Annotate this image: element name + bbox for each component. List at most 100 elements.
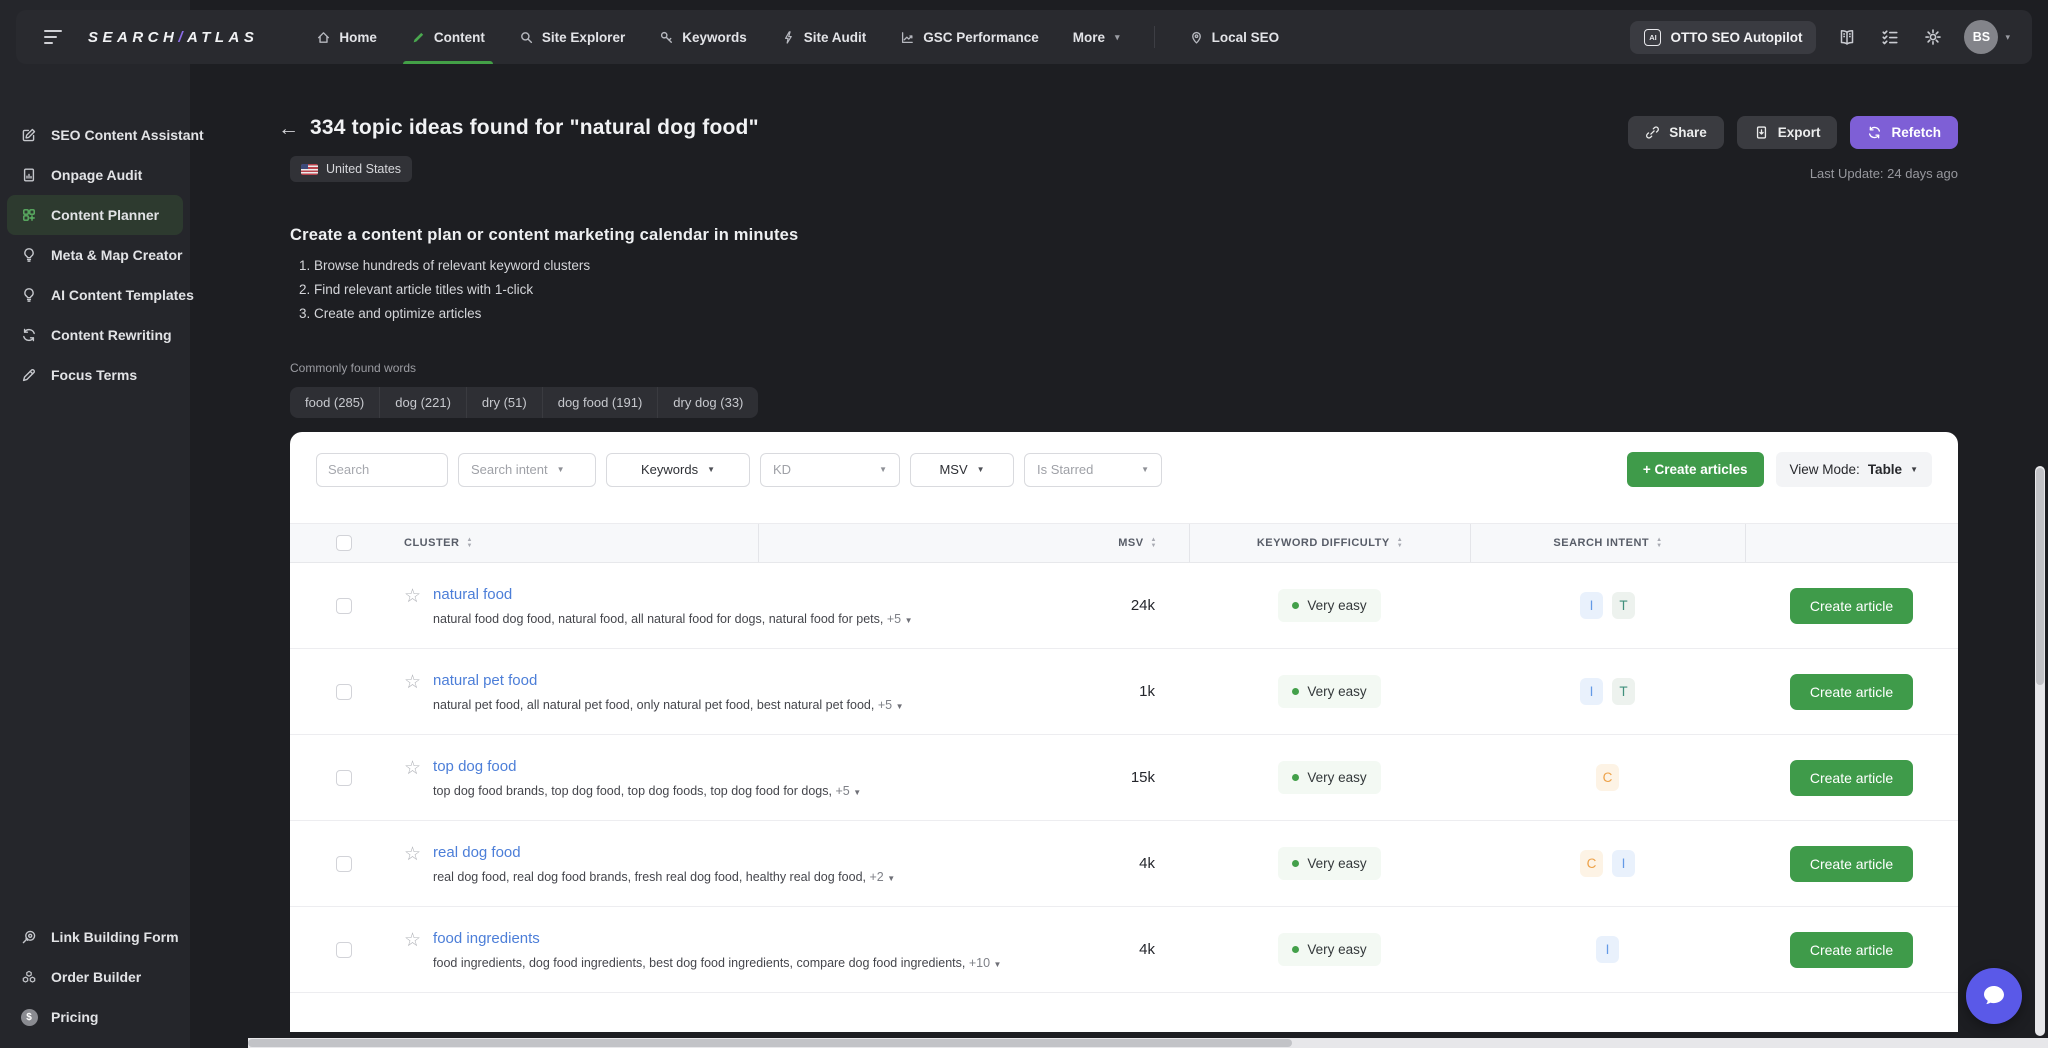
- intent-badge-commercial: C: [1596, 764, 1619, 791]
- bolt-icon: [781, 30, 796, 45]
- row-checkbox[interactable]: [336, 769, 352, 786]
- refetch-button[interactable]: Refetch: [1850, 116, 1958, 149]
- cluster-link[interactable]: food ingredients: [433, 930, 540, 947]
- word-chip[interactable]: dry dog (33): [658, 387, 758, 418]
- sidebar-item-label: AI Content Templates: [51, 287, 194, 303]
- difficulty-dot-icon: [1292, 774, 1300, 781]
- intent-badge-informational: I: [1612, 850, 1635, 877]
- column-header-search-intent[interactable]: SEARCH INTENT ▲ ▼: [1470, 524, 1745, 562]
- column-header-msv[interactable]: MSV ▲ ▼: [758, 524, 1189, 562]
- nav-item-content[interactable]: Content: [402, 10, 493, 64]
- intro-step: Browse hundreds of relevant keyword clus…: [314, 258, 1958, 273]
- word-chip[interactable]: dog food (191): [543, 387, 659, 418]
- select-all-checkbox[interactable]: [336, 535, 352, 551]
- sidebar-item-pricing[interactable]: $ Pricing: [7, 997, 183, 1037]
- primary-nav: Home Content Site Explorer Keywords Site…: [316, 10, 1279, 64]
- vertical-scrollbar[interactable]: [2035, 466, 2045, 1036]
- row-checkbox[interactable]: [336, 855, 352, 872]
- create-article-button[interactable]: Create article: [1789, 673, 1914, 710]
- sidebar-item-meta-map-creator[interactable]: Meta & Map Creator: [7, 235, 183, 275]
- sidebar-item-label: SEO Content Assistant: [51, 127, 204, 143]
- menu-toggle-icon[interactable]: [44, 30, 64, 44]
- sidebar-item-label: Content Planner: [51, 207, 160, 223]
- table-row: ☆ real dog food real dog food, real dog …: [290, 821, 1958, 907]
- word-chip[interactable]: dog (221): [380, 387, 467, 418]
- key-icon: [659, 30, 674, 45]
- target-arrow-icon: [20, 929, 38, 945]
- account-menu[interactable]: BS ▾: [1964, 20, 2010, 54]
- nav-item-gsc-performance[interactable]: GSC Performance: [900, 10, 1039, 64]
- search-input[interactable]: [316, 452, 448, 487]
- star-icon[interactable]: ☆: [404, 759, 421, 778]
- topbar-right-cluster: AI OTTO SEO Autopilot BS ▾: [1630, 20, 2010, 54]
- keywords-filter[interactable]: Keywords ▼: [606, 452, 750, 487]
- row-checkbox[interactable]: [336, 941, 352, 958]
- is-starred-filter[interactable]: Is Starred ▼: [1024, 452, 1162, 487]
- create-articles-button[interactable]: + Create articles: [1626, 452, 1764, 487]
- nav-item-home[interactable]: Home: [316, 10, 377, 64]
- sidebar-item-link-building-form[interactable]: Link Building Form: [7, 917, 183, 957]
- tasks-button[interactable]: [1878, 25, 1902, 49]
- nav-item-keywords[interactable]: Keywords: [659, 10, 747, 64]
- sidebar-item-focus-terms[interactable]: Focus Terms: [7, 355, 183, 395]
- search-intent-filter[interactable]: Search intent ▼: [458, 452, 596, 487]
- sidebar-item-onpage-audit[interactable]: Onpage Audit: [7, 155, 183, 195]
- star-icon[interactable]: ☆: [404, 931, 421, 950]
- cluster-link[interactable]: natural pet food: [433, 672, 537, 689]
- msv-filter[interactable]: MSV ▼: [910, 452, 1014, 487]
- intro-block: Create a content plan or content marketi…: [290, 226, 1958, 321]
- cluster-link[interactable]: top dog food: [433, 758, 516, 775]
- scrollbar-thumb[interactable]: [248, 1039, 1292, 1047]
- difficulty-badge: Very easy: [1278, 589, 1381, 622]
- sidebar-item-ai-content-templates[interactable]: AI Content Templates: [7, 275, 194, 315]
- sidebar-item-content-planner[interactable]: Content Planner: [7, 195, 183, 235]
- word-chip[interactable]: dry (51): [467, 387, 543, 418]
- sidebar-item-content-rewriting[interactable]: Content Rewriting: [7, 315, 183, 355]
- intent-badge-informational: I: [1596, 936, 1619, 963]
- sidebar-item-seo-content-assistant[interactable]: SEO Content Assistant: [7, 115, 204, 155]
- star-icon[interactable]: ☆: [404, 587, 421, 606]
- star-icon[interactable]: ☆: [404, 845, 421, 864]
- row-checkbox[interactable]: [336, 597, 352, 614]
- nav-item-local-seo[interactable]: Local SEO: [1189, 10, 1279, 64]
- export-file-icon: [1754, 125, 1769, 140]
- chevron-down-icon: ▾: [1115, 31, 1120, 42]
- column-header-keyword-difficulty[interactable]: KEYWORD DIFFICULTY ▲ ▼: [1189, 524, 1470, 562]
- row-checkbox[interactable]: [336, 683, 352, 700]
- create-article-button[interactable]: Create article: [1789, 759, 1914, 796]
- column-header-cluster[interactable]: CLUSTER ▲ ▼: [380, 524, 758, 562]
- chat-fab[interactable]: [1966, 968, 2022, 1024]
- kd-filter[interactable]: KD ▼: [760, 452, 900, 487]
- word-chip[interactable]: food (285): [290, 387, 381, 418]
- export-button[interactable]: Export: [1736, 116, 1838, 149]
- intent-badge-commercial: C: [1580, 850, 1603, 877]
- nav-item-more[interactable]: More ▾: [1073, 10, 1120, 64]
- common-words-label: Commonly found words: [290, 361, 417, 375]
- docs-button[interactable]: [1835, 25, 1859, 49]
- cluster-link[interactable]: real dog food: [433, 844, 521, 861]
- sidebar-item-order-builder[interactable]: Order Builder: [7, 957, 183, 997]
- nav-item-site-audit[interactable]: Site Audit: [781, 10, 866, 64]
- otto-seo-autopilot-button[interactable]: AI OTTO SEO Autopilot: [1630, 20, 1817, 54]
- create-article-button[interactable]: Create article: [1789, 931, 1914, 968]
- country-chip[interactable]: United States: [290, 156, 413, 182]
- create-article-button[interactable]: Create article: [1789, 587, 1914, 624]
- difficulty-badge: Very easy: [1278, 847, 1381, 880]
- scrollbar-thumb[interactable]: [2036, 468, 2044, 685]
- back-button[interactable]: ←: [278, 118, 299, 139]
- link-icon: [1645, 125, 1660, 140]
- create-article-button[interactable]: Create article: [1789, 845, 1914, 882]
- difficulty-dot-icon: [1292, 602, 1300, 609]
- share-button[interactable]: Share: [1628, 116, 1724, 149]
- sidebar-item-label: Meta & Map Creator: [51, 247, 183, 263]
- nav-item-site-explorer[interactable]: Site Explorer: [519, 10, 625, 64]
- settings-button[interactable]: [1921, 25, 1945, 49]
- view-mode-select[interactable]: View Mode: Table ▼: [1775, 452, 1932, 487]
- cluster-link[interactable]: natural food: [433, 586, 512, 603]
- cubes-icon: [20, 969, 38, 985]
- horizontal-scrollbar[interactable]: [248, 1038, 2048, 1048]
- star-icon[interactable]: ☆: [404, 673, 421, 692]
- sidebar-item-label: Order Builder: [51, 969, 142, 985]
- brand-logo[interactable]: SEARCH/ATLAS: [88, 29, 258, 46]
- chevron-down-icon: ▾: [2005, 31, 2010, 42]
